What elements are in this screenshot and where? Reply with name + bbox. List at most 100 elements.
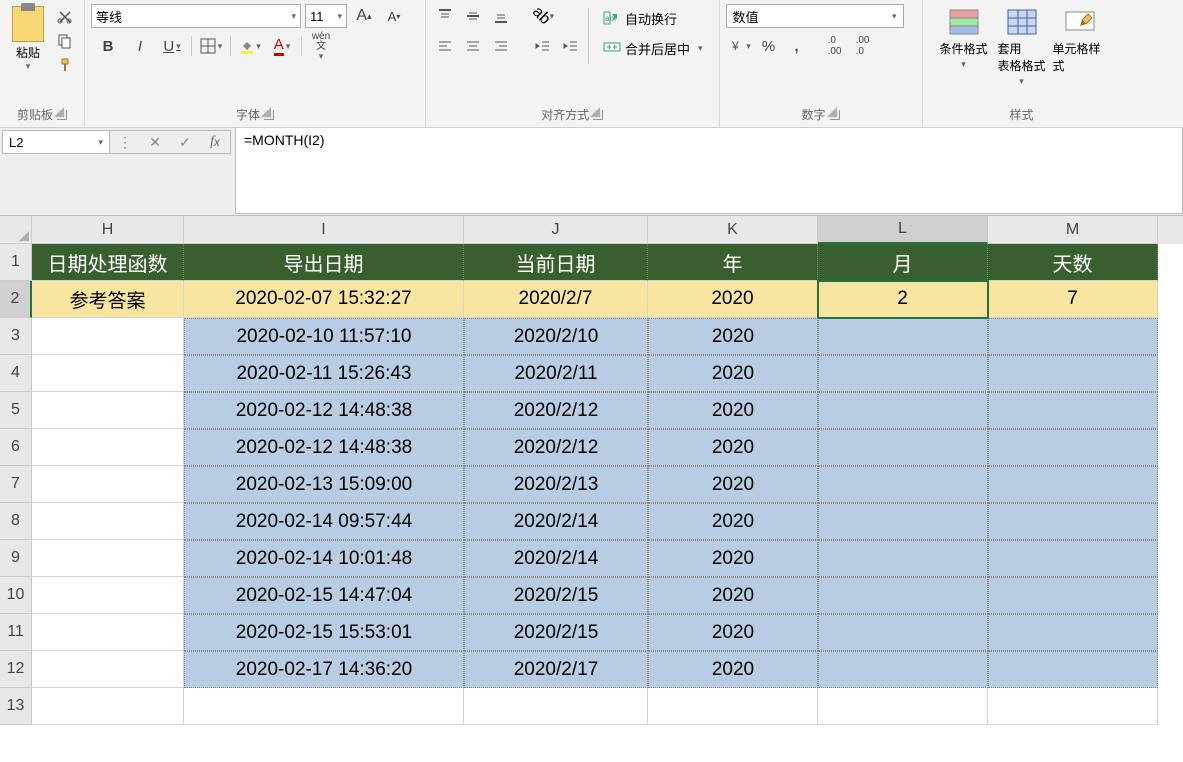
cell-I8[interactable]: 2020-02-14 09:57:44 [184,503,464,540]
cell-M7[interactable] [988,466,1158,503]
format-painter-button[interactable] [52,54,78,76]
fill-color-button[interactable]: ▾ [237,34,263,58]
conditional-format-button[interactable]: 条件格式▾ [937,6,991,87]
cell-J13[interactable] [464,688,648,725]
cell-H6[interactable] [32,429,184,466]
cell-H4[interactable] [32,355,184,392]
cell-K3[interactable]: 2020 [648,318,818,355]
align-center-button[interactable] [460,34,486,58]
percent-button[interactable]: % [756,34,782,58]
comma-button[interactable]: , [784,34,810,58]
cell-J5[interactable]: 2020/2/12 [464,392,648,429]
cell-L11[interactable] [818,614,988,651]
cell-L10[interactable] [818,577,988,614]
cell-I1[interactable]: 导出日期 [184,244,464,281]
cell-K1[interactable]: 年 [648,244,818,281]
number-launcher[interactable] [830,110,840,120]
column-header-J[interactable]: J [464,216,648,244]
cell-styles-button[interactable]: 单元格样式 [1053,6,1107,87]
cell-J3[interactable]: 2020/2/10 [464,318,648,355]
cell-L2[interactable]: 2 [818,281,988,318]
cell-L3[interactable] [818,318,988,355]
cell-L1[interactable]: 月 [818,244,988,281]
cell-L12[interactable] [818,651,988,688]
clipboard-launcher[interactable] [57,110,67,120]
cell-J1[interactable]: 当前日期 [464,244,648,281]
row-header-11[interactable]: 11 [0,614,32,651]
border-button[interactable]: ▾ [198,34,224,58]
row-header-13[interactable]: 13 [0,688,32,725]
cell-K8[interactable]: 2020 [648,503,818,540]
cell-J11[interactable]: 2020/2/15 [464,614,648,651]
column-header-I[interactable]: I [184,216,464,244]
cell-K9[interactable]: 2020 [648,540,818,577]
paste-button[interactable]: 粘贴 ▾ [6,4,50,72]
cell-M3[interactable] [988,318,1158,355]
cell-L7[interactable] [818,466,988,503]
cell-H2[interactable]: 参考答案 [32,281,184,318]
cell-I2[interactable]: 2020-02-07 15:32:27 [184,281,464,318]
italic-button[interactable]: I [127,34,153,58]
row-header-7[interactable]: 7 [0,466,32,503]
decrease-font-button[interactable]: A▾ [381,4,407,28]
cell-K13[interactable] [648,688,818,725]
row-header-12[interactable]: 12 [0,651,32,688]
align-right-button[interactable] [488,34,514,58]
accounting-format-button[interactable]: ¥▾ [728,34,754,58]
cell-K5[interactable]: 2020 [648,392,818,429]
row-header-9[interactable]: 9 [0,540,32,577]
align-top-button[interactable] [432,4,458,28]
cell-L5[interactable] [818,392,988,429]
bold-button[interactable]: B [95,34,121,58]
cell-L8[interactable] [818,503,988,540]
insert-function-button[interactable]: fx [200,130,230,154]
cell-H8[interactable] [32,503,184,540]
cell-I11[interactable]: 2020-02-15 15:53:01 [184,614,464,651]
cell-H10[interactable] [32,577,184,614]
column-header-H[interactable]: H [32,216,184,244]
cell-K10[interactable]: 2020 [648,577,818,614]
cell-J4[interactable]: 2020/2/11 [464,355,648,392]
cell-H3[interactable] [32,318,184,355]
align-middle-button[interactable] [460,4,486,28]
row-header-6[interactable]: 6 [0,429,32,466]
cell-M12[interactable] [988,651,1158,688]
cell-H9[interactable] [32,540,184,577]
increase-indent-button[interactable] [558,34,584,58]
copy-button[interactable] [52,30,78,52]
cut-button[interactable] [52,6,78,28]
underline-button[interactable]: U▾ [159,34,185,58]
cell-J2[interactable]: 2020/2/7 [464,281,648,318]
cell-J6[interactable]: 2020/2/12 [464,429,648,466]
cell-M1[interactable]: 天数 [988,244,1158,281]
cell-M11[interactable] [988,614,1158,651]
row-header-5[interactable]: 5 [0,392,32,429]
cell-L9[interactable] [818,540,988,577]
row-header-3[interactable]: 3 [0,318,32,355]
cell-H13[interactable] [32,688,184,725]
cell-I13[interactable] [184,688,464,725]
spreadsheet-grid[interactable]: HIJKLM 1日期处理函数导出日期当前日期年月天数2参考答案2020-02-0… [0,216,1183,762]
decrease-indent-button[interactable] [530,34,556,58]
cell-M10[interactable] [988,577,1158,614]
cell-I7[interactable]: 2020-02-13 15:09:00 [184,466,464,503]
cell-K2[interactable]: 2020 [648,281,818,318]
row-header-10[interactable]: 10 [0,577,32,614]
column-header-L[interactable]: L [818,216,988,244]
cell-K11[interactable]: 2020 [648,614,818,651]
font-color-button[interactable]: A▾ [269,34,295,58]
decrease-decimal-button[interactable]: .00.0 [850,34,876,58]
row-header-2[interactable]: 2 [0,281,32,318]
row-header-8[interactable]: 8 [0,503,32,540]
cell-K12[interactable]: 2020 [648,651,818,688]
format-as-table-button[interactable]: 套用 表格格式▾ [995,6,1049,87]
cell-J10[interactable]: 2020/2/15 [464,577,648,614]
select-all-corner[interactable] [0,216,32,244]
enter-formula-button[interactable]: ✓ [170,130,200,154]
increase-font-button[interactable]: A▴ [351,4,377,28]
cell-J9[interactable]: 2020/2/14 [464,540,648,577]
phonetic-button[interactable]: wén文▾ [308,34,334,58]
cell-L6[interactable] [818,429,988,466]
cell-M2[interactable]: 7 [988,281,1158,318]
cell-M9[interactable] [988,540,1158,577]
